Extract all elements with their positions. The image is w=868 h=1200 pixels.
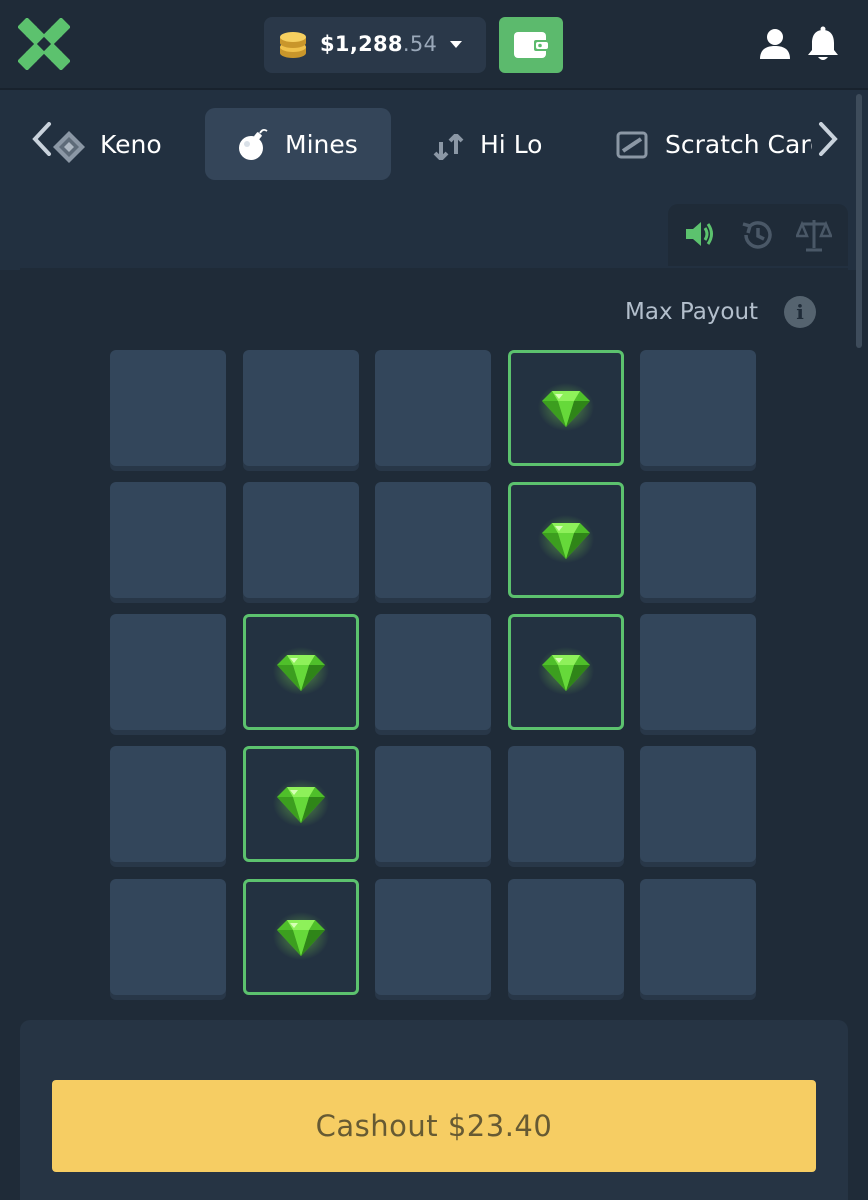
- history-icon[interactable]: [740, 218, 774, 252]
- tab-scratch-card[interactable]: Scratch Card: [616, 108, 812, 180]
- coins-icon: [280, 32, 306, 58]
- site-logo[interactable]: [17, 17, 71, 71]
- gem-icon: [538, 515, 594, 563]
- balance-selector[interactable]: $1,288.54: [264, 17, 486, 73]
- hidden-tile[interactable]: [508, 746, 624, 862]
- keno-icon: [53, 131, 85, 163]
- hidden-tile[interactable]: [640, 879, 756, 995]
- top-bar: $1,288.54: [0, 0, 868, 90]
- revealed-gem-tile[interactable]: [243, 614, 359, 730]
- hidden-tile[interactable]: [110, 879, 226, 995]
- hidden-tile[interactable]: [110, 482, 226, 598]
- hidden-tile[interactable]: [110, 614, 226, 730]
- tab-hi-lo[interactable]: Hi Lo: [432, 108, 582, 180]
- bomb-icon: [239, 128, 268, 160]
- hidden-tile[interactable]: [640, 350, 756, 466]
- hidden-tile[interactable]: [508, 879, 624, 995]
- user-profile-icon[interactable]: [758, 28, 792, 60]
- tab-keno[interactable]: Keno: [52, 108, 192, 180]
- mines-board: Max Payout i: [20, 268, 848, 1018]
- hidden-tile[interactable]: [640, 746, 756, 862]
- hidden-tile[interactable]: [110, 746, 226, 862]
- chevron-right-icon[interactable]: [818, 122, 838, 156]
- hidden-tile[interactable]: [640, 482, 756, 598]
- max-payout-label: Max Payout: [625, 299, 759, 325]
- wallet-icon: [514, 32, 548, 58]
- hidden-tile[interactable]: [110, 350, 226, 466]
- gem-icon: [538, 647, 594, 695]
- wallet-button[interactable]: [499, 17, 563, 73]
- gem-icon: [273, 779, 329, 827]
- fairness-scale-icon[interactable]: [796, 218, 832, 252]
- revealed-gem-tile[interactable]: [508, 350, 624, 466]
- bet-panel: Cashout $23.40: [20, 1020, 848, 1200]
- gem-icon: [273, 912, 329, 960]
- revealed-gem-tile[interactable]: [243, 879, 359, 995]
- game-tools-row: [0, 200, 868, 270]
- scrollbar[interactable]: [856, 94, 862, 348]
- gem-icon: [273, 647, 329, 695]
- hidden-tile[interactable]: [375, 614, 491, 730]
- hidden-tile[interactable]: [375, 350, 491, 466]
- hidden-tile[interactable]: [243, 482, 359, 598]
- game-tools: [668, 204, 848, 266]
- info-icon[interactable]: i: [784, 296, 816, 328]
- hidden-tile[interactable]: [375, 746, 491, 862]
- gem-icon: [538, 383, 594, 431]
- revealed-gem-tile[interactable]: [243, 746, 359, 862]
- scratch-card-icon: [616, 131, 648, 159]
- sound-icon[interactable]: [684, 218, 718, 250]
- hidden-tile[interactable]: [243, 350, 359, 466]
- hidden-tile[interactable]: [375, 879, 491, 995]
- hilo-arrows-icon: [433, 134, 464, 160]
- revealed-gem-tile[interactable]: [508, 614, 624, 730]
- chevron-down-icon: [450, 41, 462, 48]
- balance-amount: $1,288.54: [320, 32, 438, 56]
- tab-mines[interactable]: Mines: [205, 108, 391, 180]
- hidden-tile[interactable]: [375, 482, 491, 598]
- cashout-button[interactable]: Cashout $23.40: [52, 1080, 816, 1172]
- hidden-tile[interactable]: [640, 614, 756, 730]
- game-tabs: Keno Mines Hi Lo Scratch Card: [0, 90, 868, 200]
- revealed-gem-tile[interactable]: [508, 482, 624, 598]
- chevron-left-icon[interactable]: [32, 122, 52, 156]
- bell-notification-icon[interactable]: [806, 26, 840, 62]
